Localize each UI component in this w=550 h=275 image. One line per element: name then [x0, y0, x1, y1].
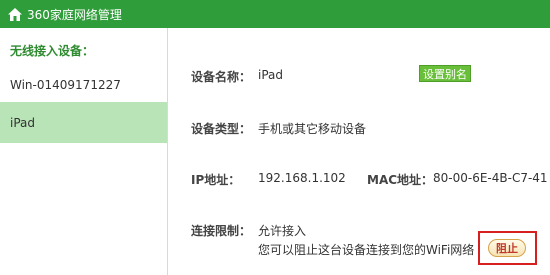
connection-limit-label: 连接限制：	[191, 224, 252, 238]
mac-address-label: MAC地址：	[367, 173, 434, 187]
sidebar-header: 无线接入设备：	[10, 44, 95, 58]
device-detail-panel: 设备名称： iPad 设置别名 设备类型： 手机或其它移动设备 IP地址： 19…	[168, 28, 550, 275]
device-type-label: 设备类型：	[191, 122, 252, 136]
device-name-label: 设备名称：	[191, 70, 252, 84]
device-sidebar: 无线接入设备： Win-01409171227 iPad	[0, 28, 168, 275]
home-icon	[6, 5, 24, 23]
ip-address-value: 192.168.1.102	[258, 171, 346, 185]
sidebar-item-win-pc[interactable]: Win-01409171227	[0, 64, 167, 105]
sidebar-item-ipad[interactable]: iPad	[0, 102, 167, 143]
connection-limit-hint: 您可以阻止这台设备连接到您的WiFi网络	[258, 243, 475, 257]
title-bar: 360家庭网络管理	[0, 0, 550, 28]
window-title: 360家庭网络管理	[27, 7, 122, 22]
ip-address-label: IP地址：	[191, 173, 241, 187]
mac-address-value: 80-00-6E-4B-C7-41	[433, 171, 548, 185]
sidebar-item-label: Win-01409171227	[10, 77, 121, 92]
device-name-value: iPad	[258, 68, 284, 82]
connection-limit-status: 允许接入	[258, 224, 307, 238]
set-alias-button[interactable]: 设置别名	[419, 65, 471, 82]
block-device-button[interactable]: 阻止	[488, 239, 526, 257]
sidebar-item-label: iPad	[10, 115, 36, 130]
device-type-value: 手机或其它移动设备	[258, 122, 367, 136]
